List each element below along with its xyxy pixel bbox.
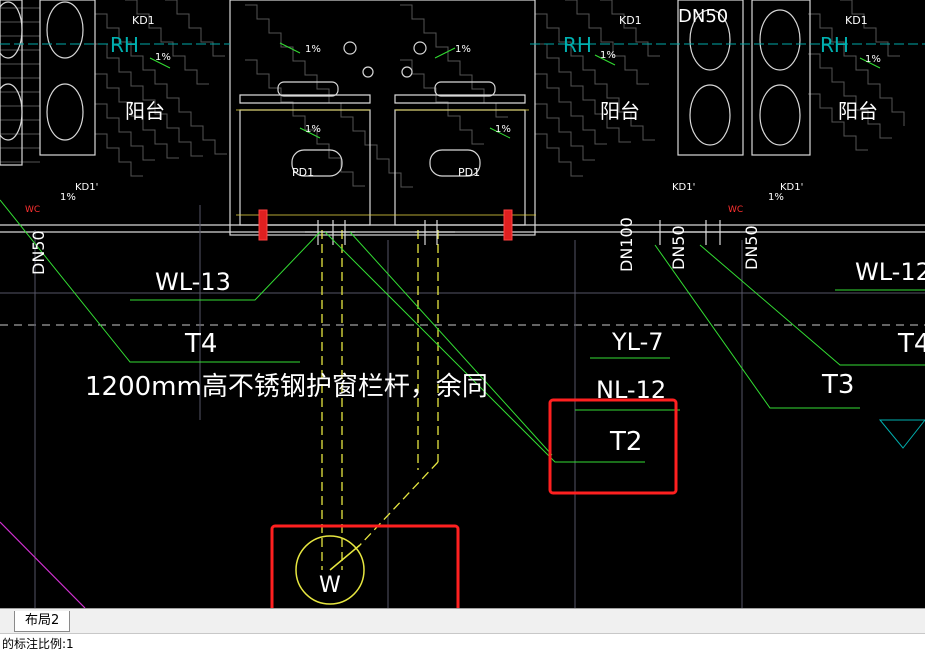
label-dn50-top: DN50: [678, 6, 728, 27]
label-kd1-mid: KD1: [619, 14, 642, 27]
label-balcony-right: 阳台: [838, 99, 878, 123]
label-kd1-prime-left: KD1': [75, 182, 98, 193]
label-dn50-left: DN50: [29, 230, 48, 275]
command-line[interactable]: 的标注比例:1: [0, 633, 925, 656]
label-slope-9: 1%: [768, 192, 784, 203]
label-t4-left: T4: [184, 329, 217, 359]
cad-drawing-canvas[interactable]: RH RH RH KD1 KD1 KD1 KD1' KD1' KD1' DN50…: [0, 0, 925, 608]
label-balcony-mid: 阳台: [600, 99, 640, 123]
label-slope-2: 1%: [305, 44, 321, 55]
label-wl-13: WL-13: [155, 268, 231, 296]
magenta-boundary-line: [0, 521, 86, 608]
railing-note: 1200mm高不锈钢护窗栏杆，余同: [85, 372, 488, 402]
layout-tab-bar: 布局2: [0, 608, 925, 634]
label-t2: T2: [609, 427, 642, 457]
label-dn100: DN100: [617, 217, 636, 272]
label-kd1-right: KD1: [845, 14, 868, 27]
label-slope-1: 1%: [155, 52, 171, 63]
label-dn50-right: DN50: [742, 225, 761, 270]
label-slope-8: 1%: [60, 192, 76, 203]
label-t4-right: T4: [897, 329, 925, 359]
label-kd1-left: KD1: [132, 14, 155, 27]
label-slope-4: 1%: [600, 50, 616, 61]
label-balcony-left: 阳台: [125, 99, 165, 123]
label-dn50-mid: DN50: [669, 225, 688, 270]
section-marker-triangle: [878, 419, 925, 449]
label-rh-right: RH: [820, 33, 849, 57]
label-wc-left: WC: [25, 205, 40, 215]
label-yl-7: YL-7: [611, 328, 664, 356]
label-rh-left: RH: [110, 33, 139, 57]
label-nl-12: NL-12: [596, 376, 666, 404]
grid-lines: [0, 205, 925, 608]
label-pd1-left: PD1: [292, 166, 314, 179]
label-slope-5: 1%: [865, 54, 881, 65]
label-wc-right: WC: [728, 205, 743, 215]
wall-inner-lines: [236, 109, 536, 216]
toilet-fixtures: [0, 1, 801, 177]
label-t3: T3: [821, 370, 854, 400]
label-slope-7: 1%: [495, 124, 511, 135]
label-wl-12: WL-12: [855, 258, 925, 286]
label-w: W: [319, 573, 341, 598]
label-rh-mid: RH: [563, 33, 592, 57]
label-slope-6: 1%: [305, 124, 321, 135]
label-kd1-prime-mid: KD1': [672, 182, 695, 193]
wall-hatch-area: [0, 0, 905, 188]
tab-layout2[interactable]: 布局2: [14, 611, 71, 632]
label-pd1-right: PD1: [458, 166, 480, 179]
label-slope-3: 1%: [455, 44, 471, 55]
